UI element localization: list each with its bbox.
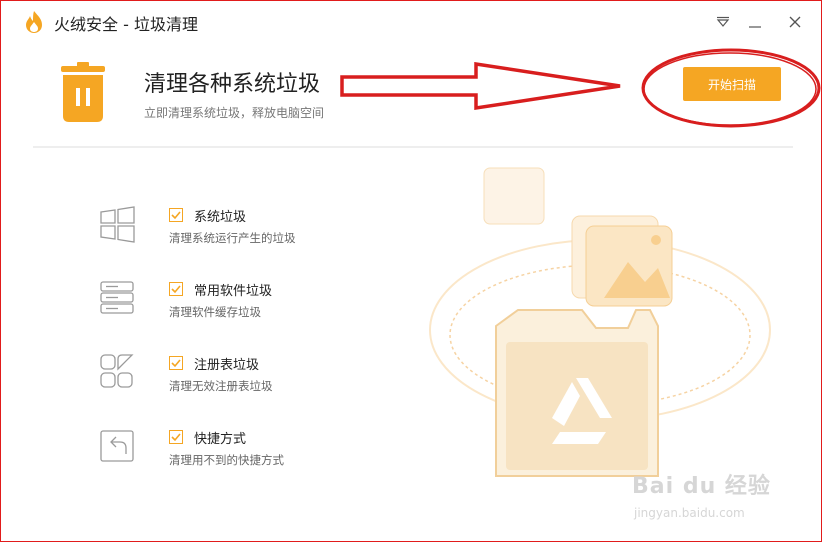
checkbox-registry-junk[interactable] — [169, 356, 183, 370]
annotation-arrow — [340, 62, 621, 111]
annotation-circle — [641, 48, 821, 128]
checkmark-icon — [171, 285, 181, 294]
menu-button[interactable] — [712, 11, 734, 33]
category-desc: 清理无效注册表垃圾 — [169, 379, 273, 393]
close-icon — [789, 16, 801, 28]
category-desc: 清理用不到的快捷方式 — [169, 453, 284, 467]
minimize-button[interactable] — [744, 11, 766, 33]
category-title: 常用软件垃圾 — [194, 284, 273, 299]
checkmark-icon — [171, 359, 181, 368]
page-subtitle: 立即清理系统垃圾，释放电脑空间 — [144, 106, 325, 120]
windows-icon — [100, 206, 135, 243]
header-divider — [33, 146, 793, 148]
checkmark-icon — [171, 211, 181, 220]
grid-icon — [100, 354, 134, 388]
huorong-logo-icon — [26, 11, 42, 33]
menu-triangle-icon — [716, 16, 730, 27]
category-shortcuts: 快捷方式 清理用不到的快捷方式 — [0, 426, 600, 486]
category-desc: 清理软件缓存垃圾 — [169, 305, 261, 319]
category-system-junk: 系统垃圾 清理系统运行产生的垃圾 — [0, 204, 600, 264]
baidu-watermark: Bai du 经验 jingyan.baidu.com — [626, 456, 786, 528]
watermark-brand: Bai du 经验 — [632, 474, 771, 499]
trash-icon — [61, 62, 105, 122]
title-bar: 火绒安全 - 垃圾清理 — [0, 0, 824, 44]
checkbox-software-junk[interactable] — [169, 282, 183, 296]
category-title: 系统垃圾 — [194, 210, 247, 225]
category-desc: 清理系统运行产生的垃圾 — [169, 231, 296, 245]
category-title: 快捷方式 — [194, 432, 247, 447]
category-registry-junk: 注册表垃圾 清理无效注册表垃圾 — [0, 352, 600, 412]
shortcut-icon — [100, 430, 134, 462]
window-title: 火绒安全 - 垃圾清理 — [54, 15, 198, 34]
watermark-url: jingyan.baidu.com — [634, 506, 745, 520]
checkmark-icon — [171, 433, 181, 442]
close-button[interactable] — [784, 11, 806, 33]
server-icon — [100, 281, 134, 314]
minimize-icon — [749, 26, 761, 28]
checkbox-system-junk[interactable] — [169, 208, 183, 222]
page-title: 清理各种系统垃圾 — [144, 72, 321, 97]
category-software-junk: 常用软件垃圾 清理软件缓存垃圾 — [0, 278, 600, 338]
category-title: 注册表垃圾 — [194, 358, 260, 373]
checkbox-shortcuts[interactable] — [169, 430, 183, 444]
